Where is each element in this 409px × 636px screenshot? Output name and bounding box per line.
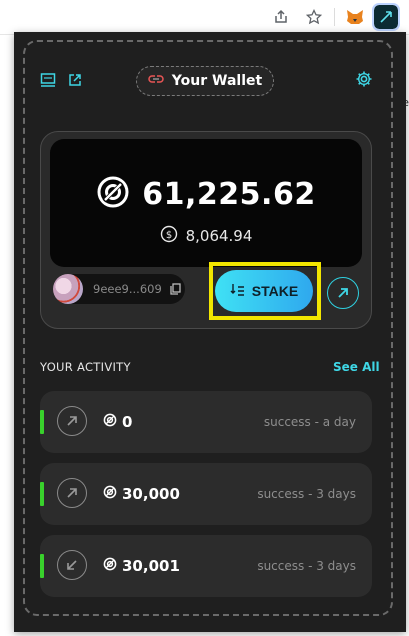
extension-icon[interactable] [372,3,400,31]
status-bar [40,482,44,506]
toolbar-divider [334,8,335,26]
avatar [53,274,83,304]
dollar-icon: $ [160,225,178,247]
token-small-icon [103,485,117,503]
copy-icon[interactable] [170,280,181,299]
send-button[interactable] [327,277,359,309]
activity-amount: 30,000 [122,485,180,503]
header-left-icons [40,72,82,92]
activity-item[interactable]: 30,000 success - 3 days [40,463,372,525]
activity-title: YOUR ACTIVITY [40,360,131,374]
status-bar [40,554,44,578]
activity-item[interactable]: 0 success - a day [40,391,372,453]
sent-arrow-icon [57,406,87,436]
address-pill[interactable]: 9eee9...609 [53,274,185,304]
balance-display: 61,225.62 $ 8,064.94 [50,139,362,267]
activity-status: success - a day [263,415,356,429]
sent-arrow-icon [57,478,87,508]
stake-button[interactable]: STAKE [215,270,313,312]
activity-status: success - 3 days [257,559,356,573]
status-bar [40,410,44,434]
activity-status: success - 3 days [257,487,356,501]
activity-amount: 30,001 [122,557,180,575]
arrow-up-right-icon [338,288,348,298]
metamask-fox-icon[interactable] [343,5,367,29]
wallet-popup: Your Wallet 61,225.62 $ 8,064.94 9eee9..… [14,32,406,632]
usd-balance: 8,064.94 [185,227,253,245]
browser-toolbar [0,0,409,35]
gear-icon[interactable] [355,70,373,92]
activity-amount: 0 [122,413,133,431]
wallet-title: Your Wallet [171,73,263,89]
token-logo-icon [96,175,130,213]
bookmark-star-icon[interactable] [303,6,325,28]
activity-item[interactable]: 30,001 success - 3 days [40,535,372,597]
received-arrow-icon [57,550,87,580]
wallet-title-pill: Your Wallet [136,66,274,96]
token-small-icon [103,557,117,575]
token-balance: 61,225.62 [142,176,316,212]
stake-label: STAKE [251,283,299,299]
wallet-link-icon [148,73,164,89]
svg-text:$: $ [165,230,171,241]
sidebar-view-icon[interactable] [40,72,56,92]
token-small-icon [103,413,117,431]
balance-card: 61,225.62 $ 8,064.94 9eee9...609 STAKE [40,131,372,329]
wallet-address: 9eee9...609 [93,282,162,296]
see-all-link[interactable]: See All [333,360,380,374]
stake-icon [230,283,246,300]
expand-window-icon[interactable] [68,72,82,92]
share-icon[interactable] [270,6,292,28]
